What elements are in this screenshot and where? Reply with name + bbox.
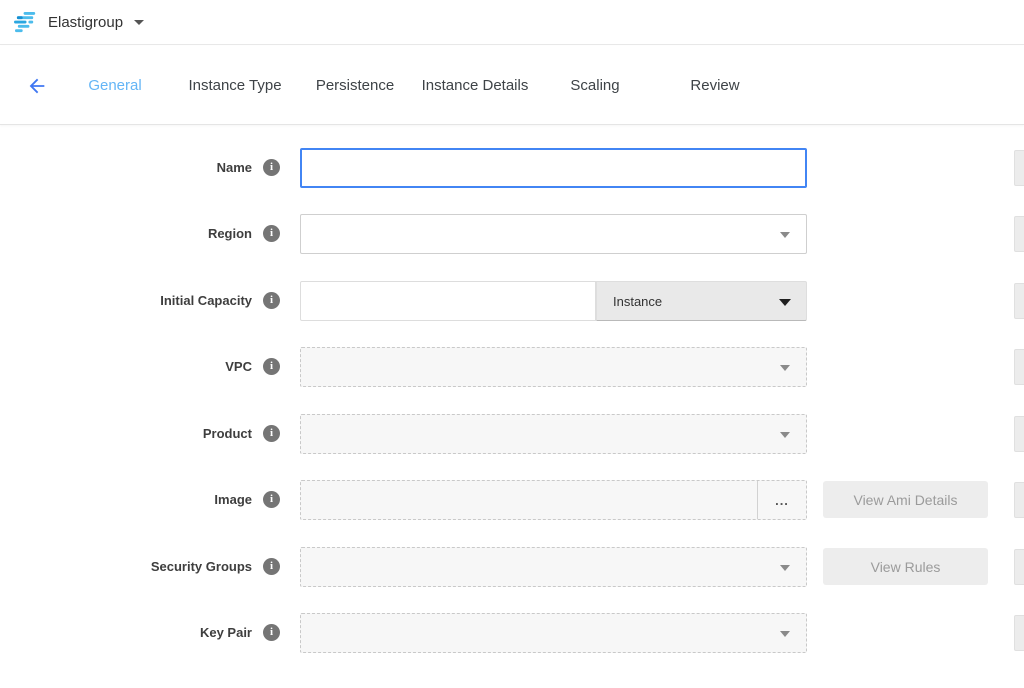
info-icon[interactable]: i — [263, 624, 280, 641]
name-input[interactable] — [300, 148, 807, 188]
image-input[interactable] — [301, 481, 757, 519]
region-select[interactable] — [300, 214, 807, 254]
chevron-down-icon — [134, 20, 144, 25]
info-icon[interactable]: i — [263, 292, 280, 309]
key-pair-label: Key Pair — [0, 613, 252, 653]
tab-persistence[interactable]: Persistence — [295, 77, 415, 94]
form-row-region: Region i — [0, 214, 1024, 254]
row-edge-element — [1014, 615, 1024, 651]
form-row-image: Image i ... View Ami Details — [0, 480, 1024, 520]
info-icon[interactable]: i — [263, 558, 280, 575]
form-row-name: Name i — [0, 148, 1024, 188]
wizard-tabs: General Instance Type Persistence Instan… — [55, 46, 775, 125]
vpc-label: VPC — [0, 347, 252, 387]
elastigroup-logo-icon — [14, 11, 39, 34]
chevron-down-icon — [780, 631, 790, 637]
row-edge-element — [1014, 283, 1024, 319]
chevron-down-icon — [779, 299, 791, 306]
elastigroup-product-menu[interactable]: Elastigroup — [14, 0, 144, 45]
info-icon[interactable]: i — [263, 225, 280, 242]
product-select[interactable] — [300, 414, 807, 454]
chevron-down-icon — [780, 432, 790, 438]
security-groups-label: Security Groups — [0, 547, 252, 587]
security-groups-select[interactable] — [300, 547, 807, 587]
info-icon[interactable]: i — [263, 425, 280, 442]
tab-scaling[interactable]: Scaling — [535, 77, 655, 94]
chevron-down-icon — [780, 232, 790, 238]
tab-instance-type[interactable]: Instance Type — [175, 77, 295, 94]
region-label: Region — [0, 214, 252, 254]
view-ami-details-button[interactable]: View Ami Details — [823, 481, 988, 518]
row-edge-element — [1014, 482, 1024, 518]
arrow-back-icon — [26, 75, 48, 97]
row-edge-element — [1014, 549, 1024, 585]
capacity-unit-value: Instance — [597, 294, 662, 309]
image-label: Image — [0, 480, 252, 520]
browse-button[interactable]: ... — [757, 481, 806, 519]
tab-review[interactable]: Review — [655, 77, 775, 94]
initial-capacity-label: Initial Capacity — [0, 281, 252, 321]
image-field-group: ... — [300, 480, 807, 520]
form-row-security-groups: Security Groups i View Rules — [0, 547, 1024, 587]
row-edge-element — [1014, 416, 1024, 452]
form-row-product: Product i — [0, 414, 1024, 454]
tab-general[interactable]: General — [55, 77, 175, 94]
form-row-key-pair: Key Pair i — [0, 613, 1024, 653]
chevron-down-icon — [780, 565, 790, 571]
form-row-initial-capacity: Initial Capacity i Instance — [0, 281, 1024, 321]
form-row-vpc: VPC i — [0, 347, 1024, 387]
elastigroup-create-wizard: Elastigroup General Instance Type Persis… — [0, 0, 1024, 688]
info-icon[interactable]: i — [263, 358, 280, 375]
name-label: Name — [0, 148, 252, 188]
info-icon[interactable]: i — [263, 491, 280, 508]
app-title: Elastigroup — [48, 14, 123, 31]
info-icon[interactable]: i — [263, 159, 280, 176]
initial-capacity-group: Instance — [300, 281, 807, 321]
key-pair-select[interactable] — [300, 613, 807, 653]
capacity-unit-select[interactable]: Instance — [596, 281, 807, 321]
row-edge-element — [1014, 216, 1024, 252]
wizard-tab-bar: General Instance Type Persistence Instan… — [0, 46, 1024, 125]
row-edge-element — [1014, 150, 1024, 186]
initial-capacity-input[interactable] — [300, 281, 596, 321]
top-bar: Elastigroup — [0, 0, 1024, 45]
chevron-down-icon — [780, 365, 790, 371]
tab-instance-details[interactable]: Instance Details — [415, 77, 535, 94]
back-button[interactable] — [20, 46, 54, 125]
row-edge-element — [1014, 349, 1024, 385]
vpc-select[interactable] — [300, 347, 807, 387]
product-label: Product — [0, 414, 252, 454]
view-rules-button[interactable]: View Rules — [823, 548, 988, 585]
